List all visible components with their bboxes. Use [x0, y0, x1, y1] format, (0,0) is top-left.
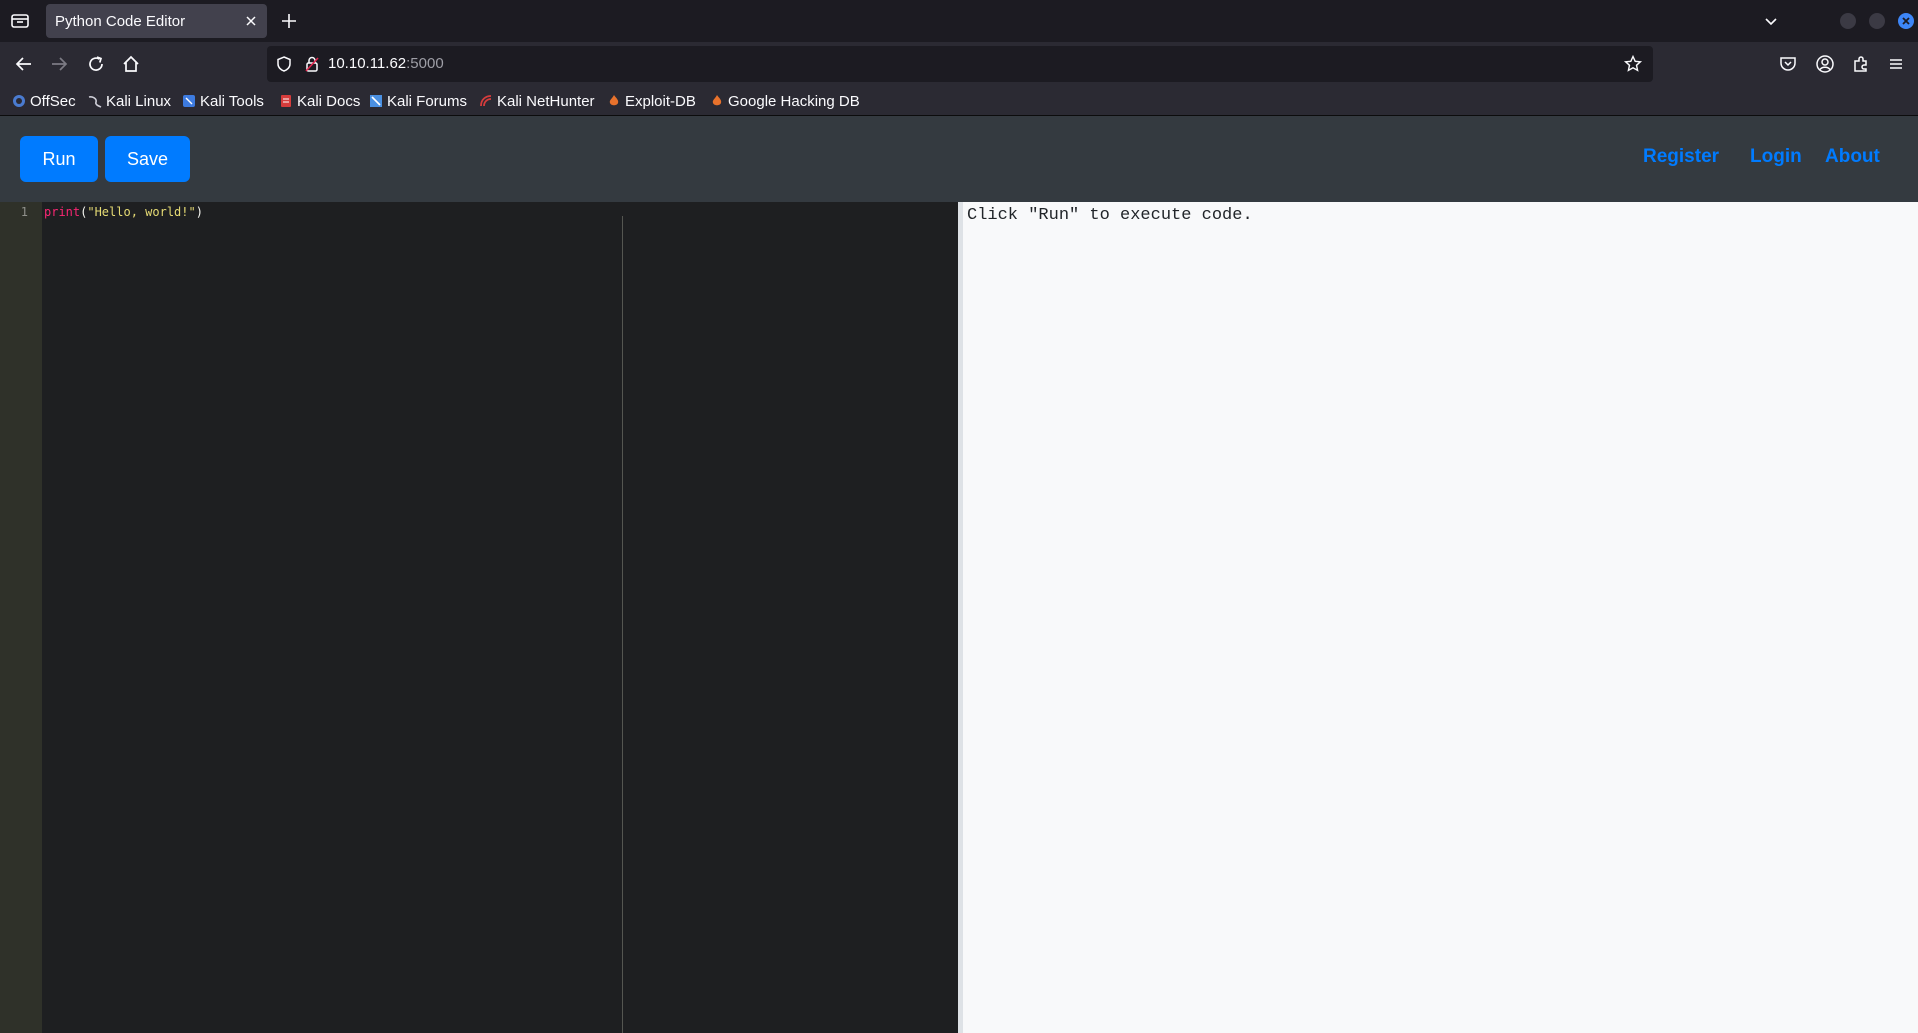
print-margin-line: [622, 216, 623, 1033]
app-header: Run Save Register Login About: [0, 116, 1918, 202]
window-close-icon[interactable]: [1898, 13, 1914, 29]
run-button[interactable]: Run: [20, 136, 98, 182]
url-bar[interactable]: 10.10.11.62:5000: [267, 46, 1653, 82]
exploit-db-icon: [607, 94, 621, 108]
browser-nav-bar: 10.10.11.62:5000: [0, 42, 1918, 86]
back-arrow-icon[interactable]: [14, 54, 34, 74]
bookmark-item[interactable]: Exploit-DB: [607, 92, 696, 110]
page-content: Run Save Register Login About 1 print("H…: [0, 116, 1918, 1033]
bookmarks-toolbar: OffSec Kali Linux Kali Tools Kali Docs K…: [0, 86, 1918, 116]
pocket-icon[interactable]: [1778, 54, 1798, 74]
line-number: 1: [20, 205, 28, 219]
bookmark-label: OffSec: [30, 92, 76, 110]
url-host: 10.10.11.62: [328, 55, 407, 72]
bookmark-star-icon[interactable]: [1623, 54, 1643, 74]
shield-icon[interactable]: [275, 55, 293, 73]
code-function-token: print: [44, 205, 81, 219]
editor-gutter: 1: [0, 202, 42, 1033]
extensions-icon[interactable]: [1851, 54, 1871, 74]
offsec-icon: [12, 94, 26, 108]
tab-list-icon[interactable]: [9, 11, 31, 31]
new-tab-icon[interactable]: [280, 12, 298, 30]
browser-tab-bar: Python Code Editor: [0, 0, 1918, 42]
kali-forums-icon: [369, 94, 383, 108]
code-string-token: "Hello, world!": [87, 205, 196, 219]
url-port: :5000: [406, 55, 444, 72]
bookmark-label: Kali Linux: [106, 92, 172, 110]
browser-tab[interactable]: Python Code Editor: [46, 4, 267, 38]
account-icon[interactable]: [1815, 54, 1835, 74]
insecure-lock-icon[interactable]: [303, 55, 321, 73]
about-link[interactable]: About: [1825, 146, 1880, 168]
kali-tools-icon: [182, 94, 196, 108]
close-icon[interactable]: [243, 13, 259, 29]
bookmark-item[interactable]: Kali Tools: [182, 92, 264, 110]
bookmark-item[interactable]: Kali Forums: [369, 92, 467, 110]
menu-icon[interactable]: [1886, 54, 1906, 74]
url-text[interactable]: 10.10.11.62:5000: [328, 55, 444, 72]
maximize-icon[interactable]: [1869, 13, 1885, 29]
save-button[interactable]: Save: [105, 136, 190, 182]
bookmark-item[interactable]: Google Hacking DB: [710, 92, 860, 110]
kali-docs-icon: [279, 94, 293, 108]
bookmark-item[interactable]: Kali Linux: [88, 92, 171, 110]
bookmark-label: Kali NetHunter: [497, 92, 595, 110]
bookmark-item[interactable]: OffSec: [12, 92, 76, 110]
code-editor[interactable]: 1 print("Hello, world!"): [0, 202, 958, 1033]
bookmark-label: Kali Tools: [200, 92, 264, 110]
code-paren-close: ): [195, 205, 203, 219]
output-panel: Click "Run" to execute code.: [958, 202, 1918, 1033]
bookmark-label: Kali Forums: [387, 92, 468, 110]
forward-arrow-icon[interactable]: [49, 54, 69, 74]
bookmark-label: Kali Docs: [297, 92, 361, 110]
bookmark-item[interactable]: Kali NetHunter: [479, 92, 595, 110]
kali-nethunter-icon: [479, 94, 493, 108]
home-icon[interactable]: [121, 54, 141, 74]
output-text: Click "Run" to execute code.: [967, 206, 1253, 225]
kali-dragon-icon: [88, 94, 102, 108]
reload-icon[interactable]: [86, 54, 106, 74]
tab-title: Python Code Editor: [55, 13, 186, 30]
bookmark-item[interactable]: Kali Docs: [279, 92, 360, 110]
bookmark-label: Google Hacking DB: [728, 92, 860, 110]
minimize-icon[interactable]: [1840, 13, 1856, 29]
code-line[interactable]: print("Hello, world!"): [44, 205, 203, 219]
ghdb-icon: [710, 94, 724, 108]
register-link[interactable]: Register: [1643, 146, 1719, 168]
chevron-down-icon[interactable]: [1763, 13, 1779, 29]
bookmark-label: Exploit-DB: [625, 92, 696, 110]
login-link[interactable]: Login: [1750, 146, 1802, 168]
